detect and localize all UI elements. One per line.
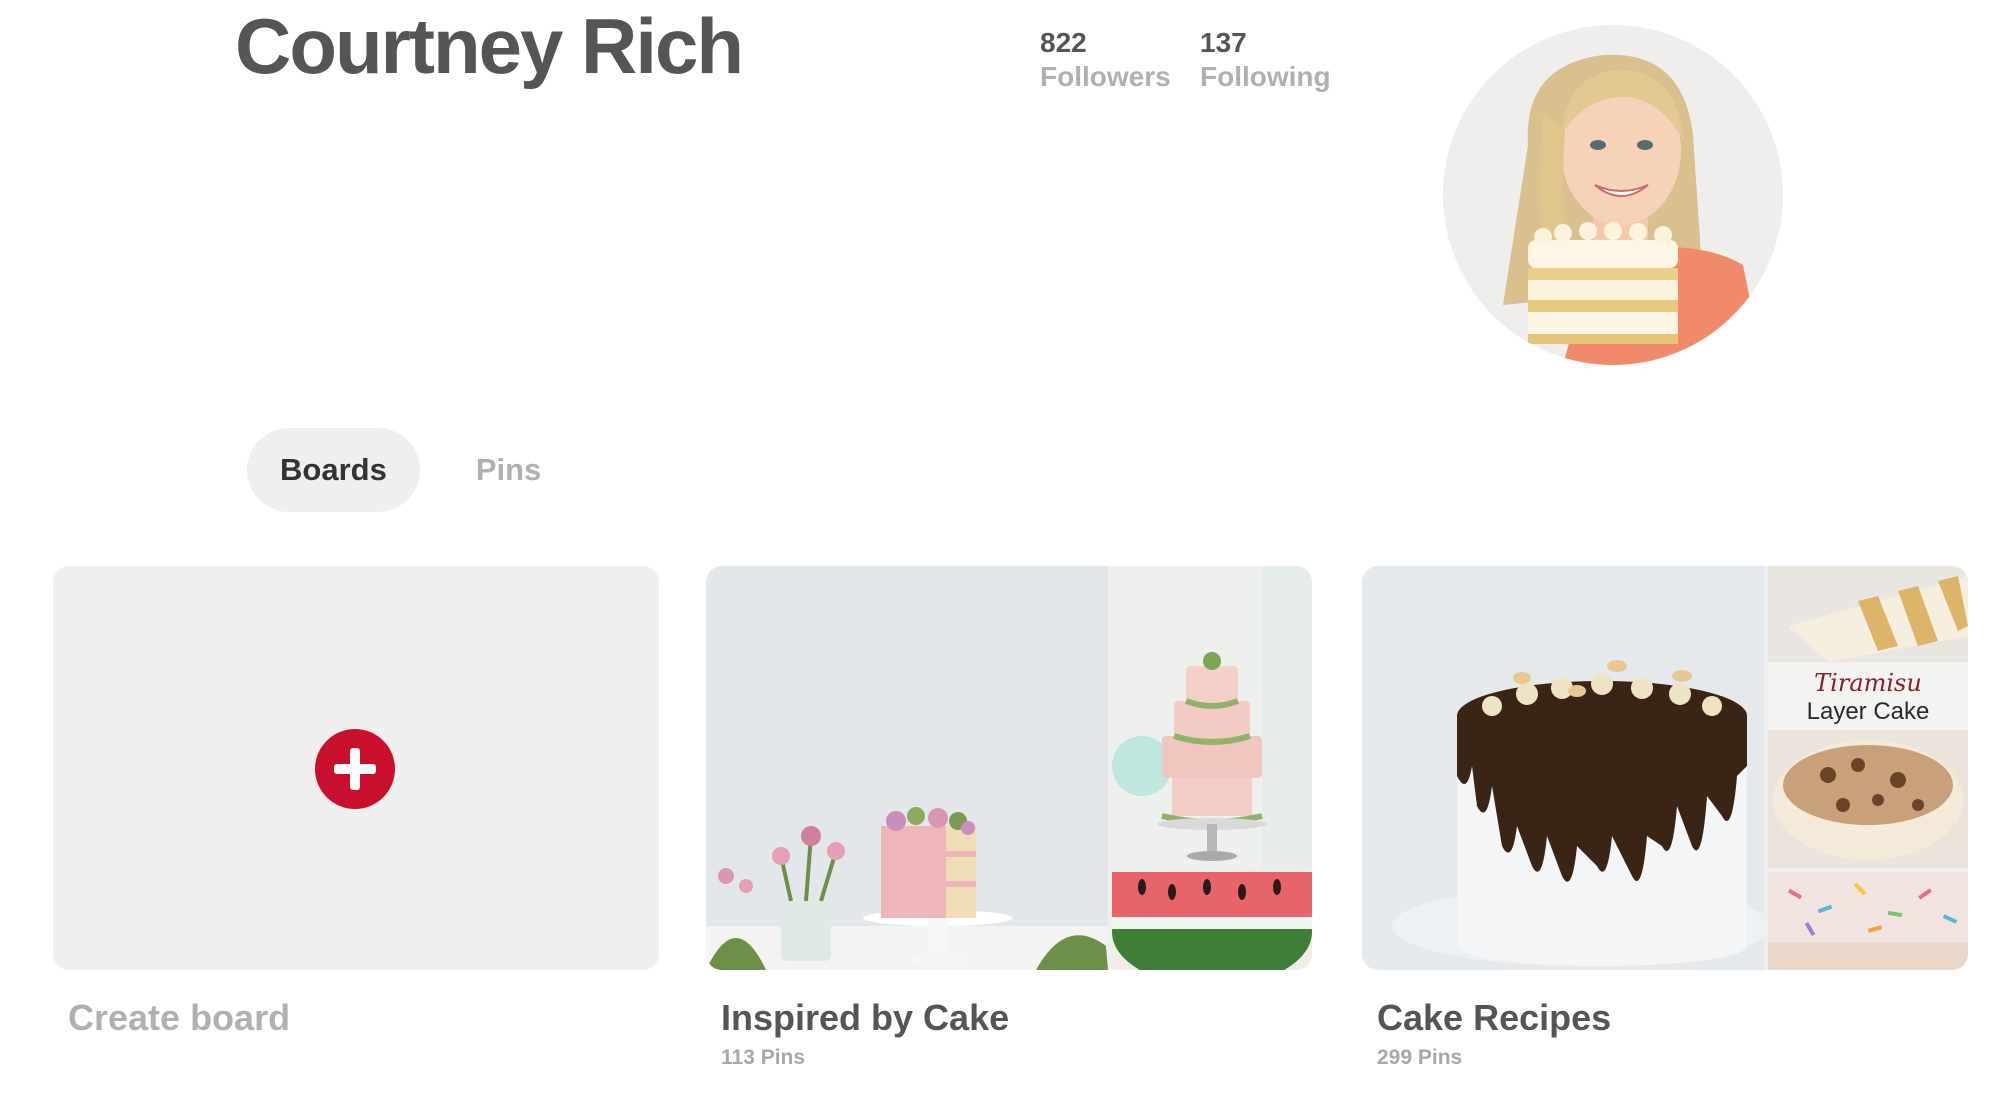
following-stat[interactable]: 137 Following [1200, 26, 1331, 94]
followers-count: 822 [1040, 27, 1087, 58]
board-inspired-by-cake[interactable]: Inspired by Cake 113 Pins [706, 566, 1312, 1070]
tiramisu-title-line1: Tiramisu [1814, 669, 1922, 697]
board-cover-side-image-1 [1768, 566, 1968, 662]
following-count: 137 [1200, 27, 1247, 58]
board-cover-side-image-3 [1768, 872, 1968, 970]
board-cover-side-image-2 [1112, 872, 1312, 970]
board-cover[interactable]: Tiramisu Layer Cake [1362, 566, 1968, 970]
avatar[interactable] [1443, 25, 1783, 365]
board-pin-count: 113 Pins [721, 1046, 806, 1069]
profile-tabs: Boards Pins [247, 428, 574, 512]
board-cover-main-image [1362, 566, 1764, 970]
tab-boards[interactable]: Boards [247, 428, 420, 512]
board-title[interactable]: Inspired by Cake [721, 996, 1312, 1040]
followers-stat[interactable]: 822 Followers [1040, 26, 1171, 94]
board-pin-count: 299 Pins [1377, 1046, 1463, 1069]
plus-circle-icon[interactable] [315, 729, 395, 809]
following-label: Following [1200, 61, 1331, 92]
tiramisu-title-card: Tiramisu Layer Cake [1768, 662, 1968, 730]
avatar-image [1443, 25, 1783, 365]
profile-page: Courtney Rich 822 Followers 137 Followin… [0, 0, 1998, 1094]
profile-name: Courtney Rich [235, 2, 744, 90]
board-cover[interactable] [706, 566, 1312, 970]
board-cover-main-image [706, 566, 1108, 970]
tiramisu-title-line2: Layer Cake [1806, 698, 1930, 725]
create-board-label[interactable]: Create board [68, 996, 659, 1040]
followers-label: Followers [1040, 61, 1171, 92]
create-board-card[interactable]: Create board [53, 566, 659, 1040]
board-cover-side-image-2 [1768, 730, 1968, 868]
board-title[interactable]: Cake Recipes [1377, 996, 1968, 1040]
board-cake-recipes[interactable]: Tiramisu Layer Cake Cake Recipes 299 Pin… [1362, 566, 1968, 1070]
tab-pins[interactable]: Pins [443, 428, 574, 512]
create-board-cover[interactable] [53, 566, 659, 970]
board-cover-side-image-1 [1112, 566, 1312, 868]
